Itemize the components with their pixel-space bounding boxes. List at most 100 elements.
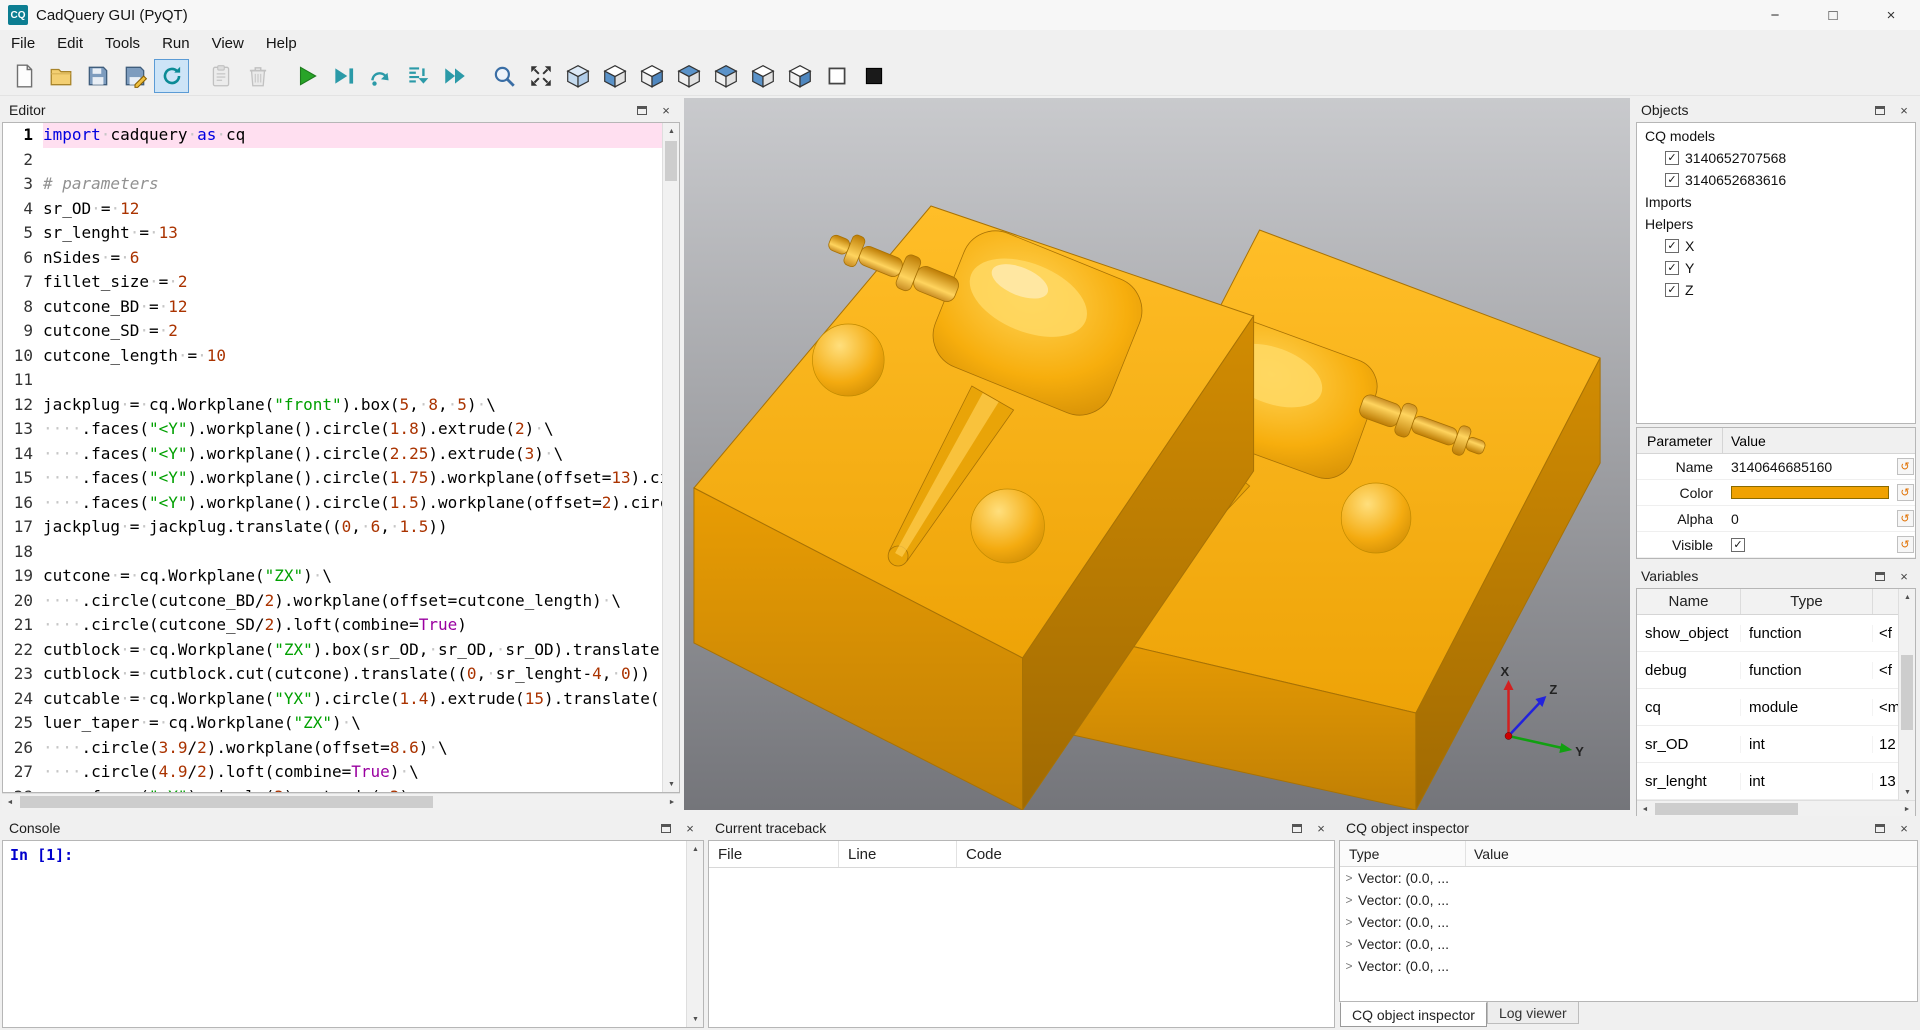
delete-button[interactable]	[240, 59, 275, 93]
scroll-thumb[interactable]	[20, 796, 433, 808]
property-value[interactable]: 0	[1723, 511, 1895, 527]
reset-property-button[interactable]: ↺	[1897, 510, 1914, 527]
code-line[interactable]: 15····.faces("<Y").workplane().circle(1.…	[3, 466, 662, 491]
code-line[interactable]: 6nSides·=·6	[3, 246, 662, 271]
scroll-left-icon[interactable]: ◄	[2, 794, 18, 811]
float-panel-button[interactable]	[659, 821, 673, 835]
view-bottom-button[interactable]	[708, 59, 743, 93]
code-line[interactable]: 10cutcone_length·=·10	[3, 344, 662, 369]
code-line[interactable]: 2	[3, 148, 662, 173]
render-button[interactable]	[289, 59, 324, 93]
code-line[interactable]: 27····.circle(4.9/2).loft(combine=True)·…	[3, 760, 662, 785]
menu-file[interactable]: File	[0, 30, 46, 56]
checkbox[interactable]: ✓	[1665, 261, 1679, 275]
view-top-button[interactable]	[671, 59, 706, 93]
checkbox[interactable]: ✓	[1665, 151, 1679, 165]
tab-log-viewer[interactable]: Log viewer	[1487, 1002, 1579, 1024]
inspector-row[interactable]: >Vector: (0.0, ...	[1340, 933, 1917, 955]
paste-button[interactable]	[203, 59, 238, 93]
checkbox[interactable]: ✓	[1665, 239, 1679, 253]
scroll-down-icon[interactable]: ▼	[1899, 784, 1915, 800]
close-panel-button[interactable]: ×	[1897, 103, 1911, 117]
code-line[interactable]: 5sr_lenght·=·13	[3, 221, 662, 246]
tree-item-3140652707568[interactable]: ✓3140652707568	[1637, 147, 1915, 169]
scroll-down-icon[interactable]: ▼	[663, 776, 680, 792]
expand-chevron-icon[interactable]: >	[1340, 893, 1358, 907]
variable-row-sr-lenght[interactable]: sr_lenghtint13	[1637, 763, 1898, 800]
code-line[interactable]: 20····.circle(cutcone_BD/2).workplane(of…	[3, 589, 662, 614]
maximize-button[interactable]: □	[1804, 0, 1862, 30]
variable-row-show-object[interactable]: show_objectfunction<f	[1637, 615, 1898, 652]
editor-vertical-scrollbar[interactable]: ▲ ▼	[662, 123, 679, 792]
tree-item-x[interactable]: ✓X	[1637, 235, 1915, 257]
tree-item-helpers[interactable]: Helpers	[1637, 213, 1915, 235]
view-iso-button[interactable]	[560, 59, 595, 93]
scroll-up-icon[interactable]: ▲	[687, 841, 704, 857]
code-line[interactable]: 21····.circle(cutcone_SD/2).loft(combine…	[3, 613, 662, 638]
scroll-right-icon[interactable]: ►	[664, 794, 680, 811]
menu-edit[interactable]: Edit	[46, 30, 94, 56]
view-front-button[interactable]	[597, 59, 632, 93]
property-value[interactable]	[1723, 486, 1895, 499]
inspector-row[interactable]: >Vector: (0.0, ...	[1340, 889, 1917, 911]
code-line[interactable]: 24cutcable·=·cq.Workplane("YX").circle(1…	[3, 687, 662, 712]
shaded-button[interactable]	[856, 59, 891, 93]
tree-item-imports[interactable]: Imports	[1637, 191, 1915, 213]
expand-chevron-icon[interactable]: >	[1340, 915, 1358, 929]
tree-item-z[interactable]: ✓Z	[1637, 279, 1915, 301]
code-line[interactable]: 17jackplug·=·jackplug.translate((0,·6,·1…	[3, 515, 662, 540]
expand-chevron-icon[interactable]: >	[1340, 959, 1358, 973]
scroll-thumb[interactable]	[1655, 803, 1798, 815]
property-value[interactable]: ✓	[1723, 538, 1895, 552]
scroll-up-icon[interactable]: ▲	[1899, 589, 1915, 605]
close-panel-button[interactable]: ×	[1897, 569, 1911, 583]
inspector-row[interactable]: >Vector: (0.0, ...	[1340, 911, 1917, 933]
step-into-button[interactable]	[400, 59, 435, 93]
editor-horizontal-scrollbar[interactable]: ◄ ►	[2, 793, 680, 810]
close-panel-button[interactable]: ×	[683, 821, 697, 835]
step-button[interactable]	[363, 59, 398, 93]
tree-item-3140652683616[interactable]: ✓3140652683616	[1637, 169, 1915, 191]
code-line[interactable]: 13····.faces("<Y").workplane().circle(1.…	[3, 417, 662, 442]
float-panel-button[interactable]	[1290, 821, 1304, 835]
code-line[interactable]: 26····.circle(3.9/2).workplane(offset=8.…	[3, 736, 662, 761]
tab-cq-object-inspector[interactable]: CQ object inspector	[1340, 1002, 1487, 1027]
checkbox[interactable]: ✓	[1665, 283, 1679, 297]
code-line[interactable]: 19cutcone·=·cq.Workplane("ZX")·\	[3, 564, 662, 589]
close-button[interactable]: ×	[1862, 0, 1920, 30]
scroll-down-icon[interactable]: ▼	[687, 1011, 704, 1027]
code-line[interactable]: 12jackplug·=·cq.Workplane("front").box(5…	[3, 393, 662, 418]
expand-chevron-icon[interactable]: >	[1340, 937, 1358, 951]
scroll-thumb[interactable]	[1901, 655, 1913, 730]
checkbox[interactable]: ✓	[1665, 173, 1679, 187]
code-line[interactable]: 28····.faces("<Y").circle(3).extrude(-3)	[3, 785, 662, 793]
checkbox[interactable]: ✓	[1731, 538, 1745, 552]
inspector-row[interactable]: >Vector: (0.0, ...	[1340, 867, 1917, 889]
console-vertical-scrollbar[interactable]: ▲ ▼	[686, 841, 703, 1027]
tree-item-y[interactable]: ✓Y	[1637, 257, 1915, 279]
menu-run[interactable]: Run	[151, 30, 201, 56]
view-back-button[interactable]	[634, 59, 669, 93]
view-right-button[interactable]	[782, 59, 817, 93]
new-file-button[interactable]	[6, 59, 41, 93]
variable-row-debug[interactable]: debugfunction<f	[1637, 652, 1898, 689]
variable-row-sr-od[interactable]: sr_ODint12	[1637, 726, 1898, 763]
float-panel-button[interactable]	[1873, 569, 1887, 583]
code-editor[interactable]: 1import·cadquery·as·cq23# parameters4sr_…	[3, 123, 662, 792]
float-panel-button[interactable]	[635, 103, 649, 117]
continue-button[interactable]	[437, 59, 472, 93]
viewport-3d[interactable]: X Z Y	[684, 98, 1630, 810]
code-line[interactable]: 8cutcone_BD·=·12	[3, 295, 662, 320]
reset-property-button[interactable]: ↺	[1897, 536, 1914, 553]
code-line[interactable]: 14····.faces("<Y").workplane().circle(2.…	[3, 442, 662, 467]
reset-property-button[interactable]: ↺	[1897, 484, 1914, 501]
color-swatch[interactable]	[1731, 486, 1889, 499]
console-prompt[interactable]: In [1]:	[3, 841, 686, 1027]
float-panel-button[interactable]	[1873, 103, 1887, 117]
code-line[interactable]: 23cutblock·=·cutblock.cut(cutcone).trans…	[3, 662, 662, 687]
menu-help[interactable]: Help	[255, 30, 308, 56]
code-line[interactable]: 3# parameters	[3, 172, 662, 197]
code-line[interactable]: 9cutcone_SD·=·2	[3, 319, 662, 344]
scroll-thumb[interactable]	[665, 141, 677, 181]
minimize-button[interactable]: −	[1746, 0, 1804, 30]
